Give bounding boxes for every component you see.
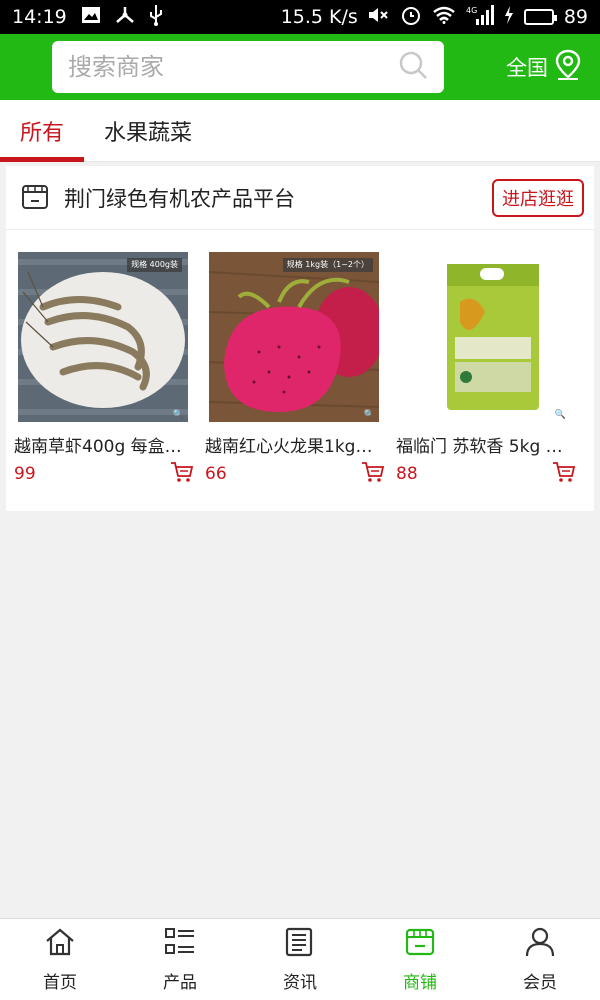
tab-all[interactable]: 所有 xyxy=(0,100,84,162)
store-icon xyxy=(20,181,50,215)
cart-icon[interactable] xyxy=(552,461,576,487)
product-title[interactable]: 福临门 苏软香 5kg … xyxy=(396,432,576,457)
status-bar: 14:19 15.5 K/s 4G 89 xyxy=(0,0,600,34)
search-icon[interactable] xyxy=(398,50,428,84)
location-pin-icon xyxy=(554,49,582,86)
nav-member-label: 会员 xyxy=(523,972,557,993)
clock: 14:19 xyxy=(12,6,67,28)
spec-tag: 规格 1kg装（1~2个） xyxy=(282,258,373,272)
product-image-rice-bag[interactable]: 🔍 xyxy=(400,252,570,422)
usb-icon xyxy=(149,4,163,30)
product-image-shrimp[interactable]: 规格 400g装 🔍 xyxy=(18,252,188,422)
search-input[interactable] xyxy=(68,53,368,81)
product-card[interactable]: 规格 400g装 🔍 越南草虾400g 每盒… 99 xyxy=(14,252,194,487)
share-notification-icon xyxy=(115,5,135,29)
category-tabs: 所有 水果蔬菜 xyxy=(0,100,600,162)
alarm-icon xyxy=(400,4,422,30)
product-title[interactable]: 越南红心火龙果1kg… xyxy=(205,432,385,457)
nav-products[interactable]: 产品 xyxy=(120,919,240,1000)
cart-icon[interactable] xyxy=(361,461,385,487)
product-card[interactable]: 规格 1kg装（1~2个） 🔍 越南红心火龙果1kg… 66 xyxy=(205,252,385,487)
store-icon xyxy=(404,927,436,962)
battery-level: 89 xyxy=(563,6,588,28)
app-header: 全国 xyxy=(0,34,600,100)
shop-header[interactable]: 荆门绿色有机农产品平台 进店逛逛 xyxy=(6,166,594,230)
product-price: 99 xyxy=(14,464,36,484)
region-label: 全国 xyxy=(506,56,548,80)
search-box[interactable] xyxy=(52,41,444,93)
network-speed: 15.5 K/s xyxy=(280,6,358,28)
nav-news[interactable]: 资讯 xyxy=(240,919,360,1000)
nav-home-label: 首页 xyxy=(43,972,77,993)
battery-icon xyxy=(523,9,557,25)
product-image-dragon-fruit[interactable]: 规格 1kg装（1~2个） 🔍 xyxy=(209,252,379,422)
zoom-icon: 🔍 xyxy=(172,410,184,420)
product-price: 66 xyxy=(205,464,227,484)
nav-stores-label: 商铺 xyxy=(403,972,437,993)
wifi-icon xyxy=(432,6,456,28)
bottom-nav: 首页 产品 资讯 商铺 会员 xyxy=(0,918,600,1000)
product-list: 规格 400g装 🔍 越南草虾400g 每盒… 99 规格 1kg装（1~2个）… xyxy=(6,230,594,487)
image-notification-icon xyxy=(81,6,101,28)
nav-products-label: 产品 xyxy=(163,972,197,993)
nav-member[interactable]: 会员 xyxy=(480,919,600,1000)
visit-shop-button[interactable]: 进店逛逛 xyxy=(492,178,584,217)
nav-news-label: 资讯 xyxy=(283,972,317,993)
home-icon xyxy=(44,927,76,962)
user-icon xyxy=(524,927,556,962)
shop-name: 荆门绿色有机农产品平台 xyxy=(64,186,295,211)
cart-icon[interactable] xyxy=(170,461,194,487)
spec-tag: 规格 400g装 xyxy=(127,258,182,272)
mute-icon xyxy=(368,6,390,28)
nav-stores[interactable]: 商铺 xyxy=(360,919,480,1000)
region-selector[interactable]: 全国 xyxy=(506,49,582,86)
charging-icon xyxy=(504,6,514,28)
news-icon xyxy=(284,927,316,962)
list-icon xyxy=(164,927,196,962)
product-title[interactable]: 越南草虾400g 每盒… xyxy=(14,432,194,457)
zoom-icon: 🔍 xyxy=(554,410,566,420)
tab-fruit-vegetables[interactable]: 水果蔬菜 xyxy=(84,100,212,161)
svg-text:4G: 4G xyxy=(466,6,477,15)
product-price: 88 xyxy=(396,464,418,484)
zoom-icon: 🔍 xyxy=(363,410,375,420)
shop-card: 荆门绿色有机农产品平台 进店逛逛 规格 400g装 🔍 越南草虾400g 每盒…… xyxy=(6,166,594,511)
signal-icon: 4G xyxy=(466,5,494,29)
product-card[interactable]: 🔍 福临门 苏软香 5kg … 88 xyxy=(396,252,576,487)
nav-home[interactable]: 首页 xyxy=(0,919,120,1000)
